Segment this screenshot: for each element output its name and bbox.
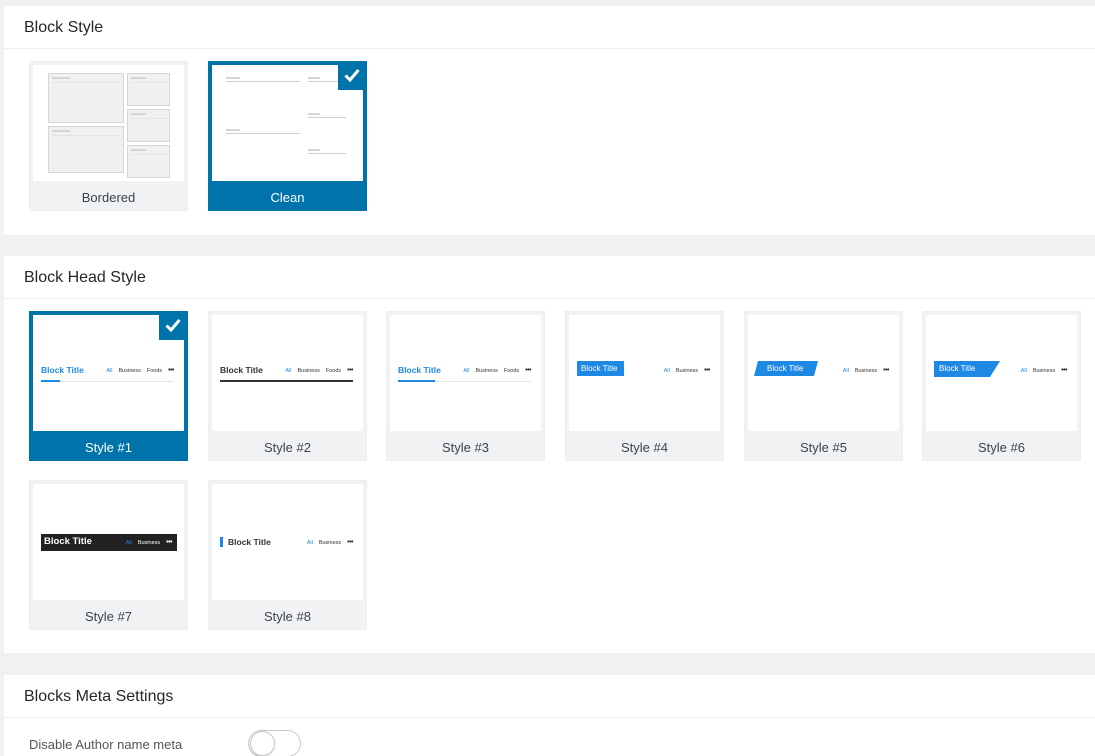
head-style-option-7[interactable]: Block Title All Business ••• Style #7 bbox=[29, 480, 188, 630]
preview-block-title: Block Title bbox=[220, 365, 263, 375]
head-style-option-8[interactable]: Block Title All Business ••• Style #8 bbox=[208, 480, 367, 630]
more-icon: ••• bbox=[347, 539, 353, 546]
head-style-option-2[interactable]: Block Title All Business Foods ••• Style… bbox=[208, 311, 367, 461]
preview-block-title: Block Title bbox=[228, 537, 271, 547]
preview-tab-business: Business bbox=[1032, 367, 1056, 374]
head-style-option-3[interactable]: Block Title All Business Foods ••• Style… bbox=[386, 311, 545, 461]
preview-block-title: Block Title bbox=[939, 364, 976, 373]
head-style-option-4[interactable]: Block Title All Business ••• Style #4 bbox=[565, 311, 724, 461]
preview-tab-foods: Foods bbox=[146, 367, 163, 374]
bordered-label: Bordered bbox=[81, 190, 136, 205]
block-style-title: Block Style bbox=[4, 6, 1095, 49]
style-1-label: Style #1 bbox=[85, 440, 132, 455]
preview-tab-all: All bbox=[285, 367, 292, 374]
checkmark-icon bbox=[338, 62, 366, 90]
head-style-option-5[interactable]: Block Title All Business ••• Style #5 bbox=[744, 311, 903, 461]
preview-block-title: Block Title bbox=[577, 361, 624, 376]
style-6-preview: Block Title All Business ••• bbox=[926, 315, 1077, 431]
blocks-meta-settings-title: Blocks Meta Settings bbox=[4, 675, 1095, 718]
block-style-option-clean[interactable]: Clean bbox=[208, 61, 367, 211]
head-style-option-1[interactable]: Block Title All Business Foods ••• Style… bbox=[29, 311, 188, 461]
preview-tab-business: Business bbox=[318, 539, 342, 546]
preview-tab-business: Business bbox=[675, 367, 699, 374]
style-3-preview: Block Title All Business Foods ••• bbox=[390, 315, 541, 431]
style-3-label: Style #3 bbox=[442, 440, 489, 455]
style-8-label: Style #8 bbox=[264, 609, 311, 624]
more-icon: ••• bbox=[883, 367, 889, 374]
style-2-preview: Block Title All Business Foods ••• bbox=[212, 315, 363, 431]
toggle-knob bbox=[250, 731, 275, 756]
style-5-label: Style #5 bbox=[800, 440, 847, 455]
more-icon: ••• bbox=[166, 539, 172, 546]
preview-tab-foods: Foods bbox=[503, 367, 520, 374]
more-icon: ••• bbox=[1061, 367, 1067, 374]
preview-tab-business: Business bbox=[118, 367, 141, 374]
style-2-label: Style #2 bbox=[264, 440, 311, 455]
style-7-preview: Block Title All Business ••• bbox=[33, 484, 184, 600]
preview-block-title: Block Title bbox=[41, 365, 84, 375]
style-6-label: Style #6 bbox=[978, 440, 1025, 455]
preview-block-title: Block Title bbox=[44, 536, 92, 547]
style-5-preview: Block Title All Business ••• bbox=[748, 315, 899, 431]
preview-tab-all: All bbox=[106, 367, 113, 374]
checkmark-icon bbox=[159, 312, 187, 340]
block-head-style-title: Block Head Style bbox=[4, 256, 1095, 299]
more-icon: ••• bbox=[704, 367, 710, 374]
preview-tab-business: Business bbox=[297, 367, 320, 374]
style-8-preview: Block Title All Business ••• bbox=[212, 484, 363, 600]
block-style-option-bordered[interactable]: Bordered bbox=[29, 61, 188, 211]
more-icon: ••• bbox=[168, 367, 174, 374]
preview-tab-all: All bbox=[463, 367, 470, 374]
preview-tab-business: Business bbox=[137, 539, 161, 546]
preview-tab-all: All bbox=[1020, 367, 1027, 374]
style-4-preview: Block Title All Business ••• bbox=[569, 315, 720, 431]
preview-tab-business: Business bbox=[475, 367, 498, 374]
clean-label: Clean bbox=[270, 190, 305, 205]
preview-tab-all: All bbox=[306, 539, 313, 546]
bordered-thumbnail bbox=[33, 65, 184, 181]
disable-author-meta-toggle[interactable] bbox=[248, 730, 301, 756]
preview-tab-business: Business bbox=[854, 367, 878, 374]
head-style-option-6[interactable]: Block Title All Business ••• Style #6 bbox=[922, 311, 1081, 461]
style-4-label: Style #4 bbox=[621, 440, 668, 455]
style-7-label: Style #7 bbox=[85, 609, 132, 624]
preview-tab-all: All bbox=[125, 539, 132, 546]
preview-block-title: Block Title bbox=[767, 364, 804, 373]
preview-tab-all: All bbox=[663, 367, 670, 374]
more-icon: ••• bbox=[347, 367, 353, 374]
preview-tab-all: All bbox=[842, 367, 849, 374]
preview-block-title: Block Title bbox=[398, 365, 441, 375]
preview-tab-foods: Foods bbox=[325, 367, 342, 374]
disable-author-meta-label: Disable Author name meta bbox=[29, 737, 183, 752]
more-icon: ••• bbox=[525, 367, 531, 374]
